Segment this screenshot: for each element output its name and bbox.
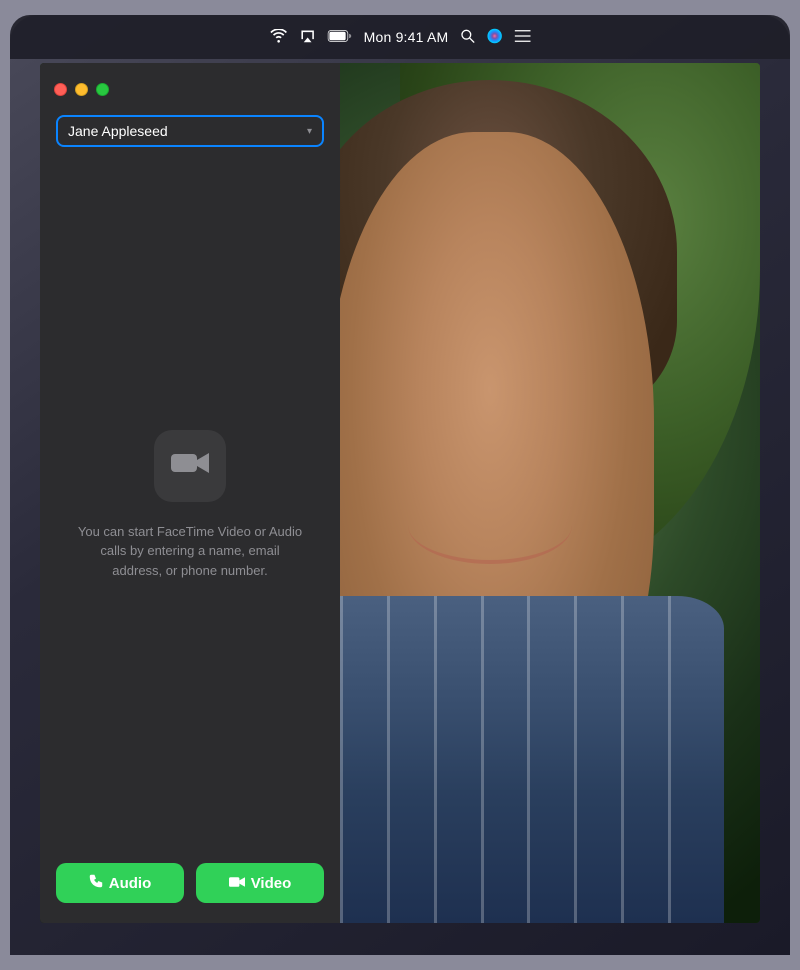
smile <box>408 487 572 564</box>
search-icon[interactable] <box>460 29 474 46</box>
video-label: Video <box>251 875 292 892</box>
wifi-icon <box>270 29 288 46</box>
audio-call-button[interactable]: Audio <box>56 863 184 903</box>
facetime-panel: Jane Appleseed ▾ You can start FaceTime <box>40 63 340 923</box>
menu-list-icon[interactable] <box>514 29 530 46</box>
screen-area: Jane Appleseed ▾ You can start FaceTime <box>40 63 760 923</box>
window-titlebar <box>40 63 340 115</box>
airplay-icon <box>300 29 316 46</box>
close-button[interactable] <box>54 83 67 96</box>
empty-state: You can start FaceTime Video or Audio ca… <box>56 163 324 847</box>
video-icon <box>229 875 245 892</box>
menubar: Mon 9:41 AM <box>10 15 790 59</box>
minimize-button[interactable] <box>75 83 88 96</box>
maximize-button[interactable] <box>96 83 109 96</box>
camera-icon <box>171 449 209 482</box>
camera-icon-container <box>154 430 226 502</box>
account-selector[interactable]: Jane Appleseed ▾ <box>56 115 324 147</box>
siri-icon[interactable] <box>486 28 502 47</box>
phone-icon <box>89 874 103 892</box>
bottom-buttons: Audio Video <box>56 847 324 923</box>
chevron-down-icon: ▾ <box>307 126 312 137</box>
audio-label: Audio <box>109 875 152 892</box>
account-name: Jane Appleseed <box>68 123 168 139</box>
menubar-center: Mon 9:41 AM <box>270 28 531 47</box>
panel-content: Jane Appleseed ▾ You can start FaceTime <box>40 115 340 923</box>
battery-icon <box>328 29 352 45</box>
menubar-time: Mon 9:41 AM <box>364 29 449 45</box>
video-call-button[interactable]: Video <box>196 863 324 903</box>
mac-window: Mon 9:41 AM <box>10 15 790 955</box>
empty-state-text: You can start FaceTime Video or Audio ca… <box>76 522 304 581</box>
